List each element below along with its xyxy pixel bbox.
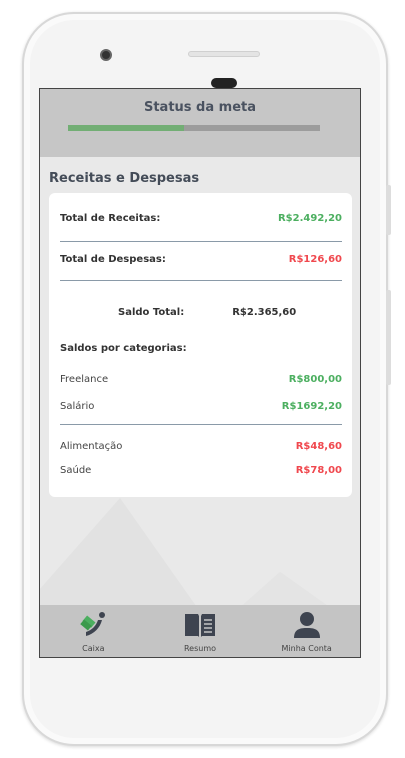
goal-status-header: Status da meta [40,89,360,157]
total-expense-row: Total de Despesas: R$126,60 [60,254,342,265]
category-value: R$78,00 [295,465,342,476]
camera [100,49,112,61]
nav-label: Minha Conta [281,644,332,653]
category-name: Salário [60,401,95,412]
value: R$2.365,60 [232,307,297,318]
categories-title: Saldos por categorias: [60,343,187,354]
category-row: Alimentação R$48,60 [60,441,342,452]
nav-minha-conta[interactable]: Minha Conta [253,605,360,657]
nav-label: Caixa [82,644,105,653]
divider [60,241,342,242]
divider [60,424,342,425]
summary-card: Total de Receitas: R$2.492,20 Total de D… [49,193,352,497]
category-name: Alimentação [60,441,123,452]
category-row: Freelance R$800,00 [60,374,342,385]
user-icon [293,612,320,638]
categories-title-row: Saldos por categorias: [60,343,342,354]
goal-progress-fill [68,125,184,131]
category-value: R$800,00 [288,374,342,385]
total-balance-row: Saldo Total: R$2.365,60 [60,307,342,318]
total-income-row: Total de Receitas: R$2.492,20 [60,213,342,224]
sensor [211,78,237,88]
value: R$2.492,20 [277,213,342,224]
money-hand-icon [80,612,106,636]
nav-caixa[interactable]: Caixa [40,605,147,657]
volume-button [386,185,391,235]
label: Total de Receitas: [60,213,161,224]
page: Status da meta Receitas e Despesas Total… [0,0,405,758]
goal-progress-bar [68,125,320,131]
category-name: Freelance [60,374,109,385]
category-value: R$48,60 [295,441,342,452]
nav-resumo[interactable]: Resumo [147,605,254,657]
power-button [386,290,391,385]
nav-label: Resumo [183,644,217,653]
section-title: Receitas e Despesas [49,171,200,186]
label: Saldo Total: [118,307,185,318]
category-value: R$1692,20 [281,401,342,412]
speaker [188,51,260,57]
bottom-nav: Caixa Resumo Minha Conta [40,605,360,657]
book-icon [185,614,215,637]
category-name: Saúde [60,465,92,476]
status-title: Status da meta [143,100,257,115]
category-row: Salário R$1692,20 [60,401,342,412]
category-row: Saúde R$78,00 [60,465,342,476]
value: R$126,60 [288,254,342,265]
divider [60,280,342,281]
label: Total de Despesas: [60,254,166,265]
app-screen: Status da meta Receitas e Despesas Total… [39,88,361,658]
